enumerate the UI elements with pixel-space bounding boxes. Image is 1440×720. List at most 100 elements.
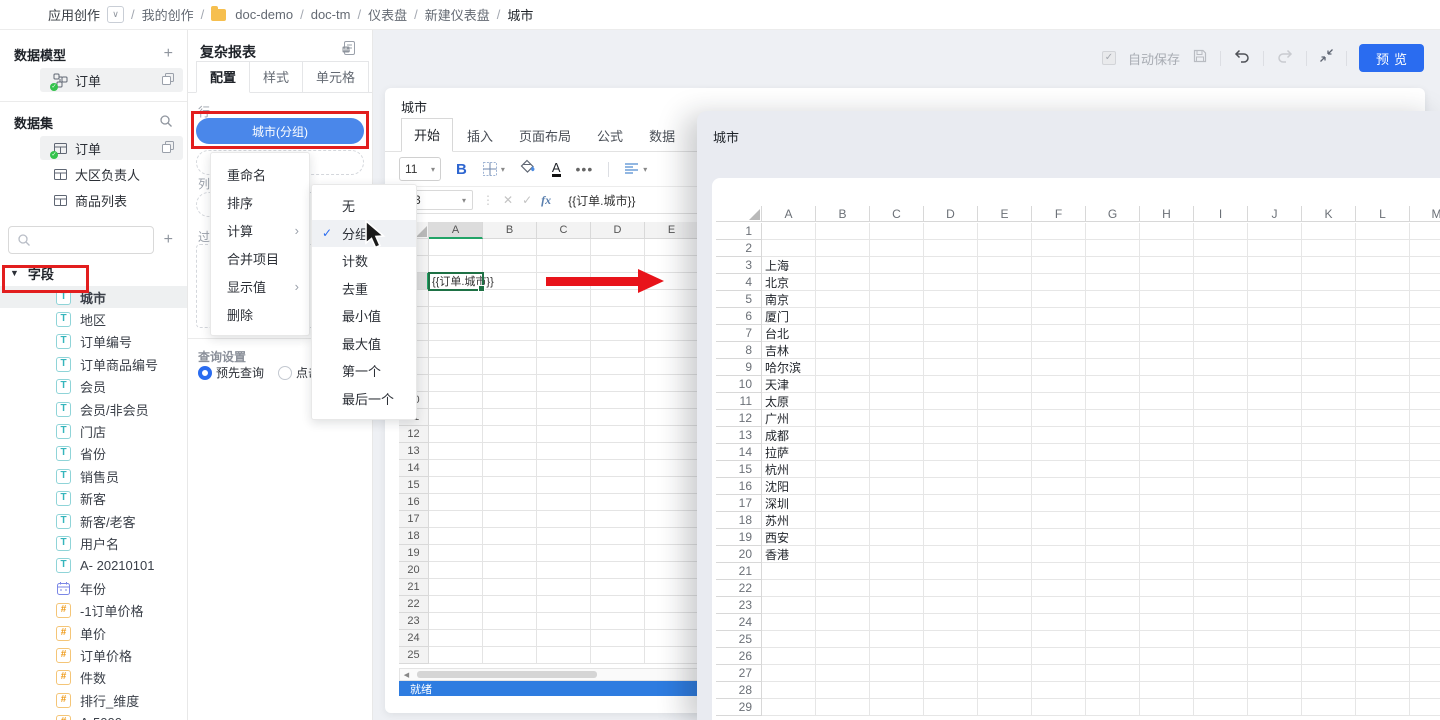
grid-cell[interactable]	[1032, 597, 1086, 614]
grid-cell[interactable]	[1356, 563, 1410, 580]
grid-cell[interactable]	[1410, 597, 1440, 614]
grid-cell[interactable]	[537, 596, 591, 613]
grid-cell[interactable]	[1086, 325, 1140, 342]
grid-cell[interactable]	[1410, 580, 1440, 597]
field-item[interactable]: T销售员	[0, 465, 187, 487]
bold-button[interactable]: B	[456, 161, 467, 178]
grid-cell[interactable]	[591, 477, 645, 494]
grid-cell[interactable]	[1032, 512, 1086, 529]
grid-cell[interactable]	[1194, 393, 1248, 410]
row-header[interactable]: 4	[716, 274, 762, 291]
row-field-pill[interactable]: 城市(分组)	[196, 118, 364, 144]
autosave-checkbox[interactable]: ✓	[1102, 51, 1116, 65]
grid-cell[interactable]	[978, 665, 1032, 682]
grid-cell[interactable]	[1194, 529, 1248, 546]
grid-cell[interactable]	[1356, 257, 1410, 274]
grid-cell[interactable]	[1086, 580, 1140, 597]
grid-cell[interactable]	[870, 410, 924, 427]
column-header[interactable]: H	[1140, 206, 1194, 222]
grid-cell[interactable]	[537, 426, 591, 443]
grid-cell[interactable]	[1356, 376, 1410, 393]
grid-cell[interactable]	[816, 699, 870, 716]
grid-cell[interactable]	[1032, 478, 1086, 495]
grid-cell[interactable]	[645, 324, 699, 341]
grid-cell[interactable]	[1140, 529, 1194, 546]
grid-cell[interactable]	[429, 562, 483, 579]
grid-cell[interactable]	[429, 392, 483, 409]
row-header[interactable]: 10	[716, 376, 762, 393]
row-header[interactable]: 21	[399, 579, 429, 596]
grid-cell[interactable]	[429, 477, 483, 494]
grid-cell[interactable]	[870, 257, 924, 274]
more-tools-icon[interactable]: •••	[576, 161, 594, 177]
grid-cell[interactable]	[870, 444, 924, 461]
redo-icon[interactable]	[1276, 48, 1294, 69]
grid-cell[interactable]	[1248, 461, 1302, 478]
grid-cell[interactable]	[1194, 291, 1248, 308]
grid-cell[interactable]	[1410, 682, 1440, 699]
grid-cell[interactable]	[1194, 580, 1248, 597]
grid-cell[interactable]	[1194, 699, 1248, 716]
grid-cell[interactable]	[1194, 308, 1248, 325]
row-header[interactable]: 14	[399, 460, 429, 477]
grid-cell[interactable]	[978, 546, 1032, 563]
grid-cell[interactable]	[924, 257, 978, 274]
grid-cell[interactable]	[870, 240, 924, 257]
ribbon-tab-开始[interactable]: 开始	[401, 118, 453, 152]
grid-cell[interactable]	[645, 613, 699, 630]
grid-cell[interactable]	[1356, 393, 1410, 410]
grid-cell[interactable]	[591, 341, 645, 358]
grid-cell[interactable]	[978, 427, 1032, 444]
grid-cell[interactable]	[645, 375, 699, 392]
ribbon-tab-数据[interactable]: 数据	[637, 120, 687, 152]
grid-cell[interactable]	[816, 257, 870, 274]
column-header[interactable]: G	[1086, 206, 1140, 222]
grid-cell[interactable]	[978, 580, 1032, 597]
grid-cell[interactable]	[1302, 274, 1356, 291]
grid-cell[interactable]	[1410, 665, 1440, 682]
add-field-icon[interactable]: +	[164, 231, 173, 249]
grid-cell[interactable]	[870, 597, 924, 614]
row-header[interactable]: 25	[399, 647, 429, 664]
grid-cell[interactable]	[537, 545, 591, 562]
grid-cell[interactable]	[591, 596, 645, 613]
grid-cell[interactable]	[1032, 359, 1086, 376]
row-header[interactable]: 16	[716, 478, 762, 495]
grid-cell[interactable]	[924, 665, 978, 682]
menu-item[interactable]: 显示值›	[211, 272, 309, 300]
grid-cell[interactable]	[870, 291, 924, 308]
grid-cell[interactable]: 南京	[762, 291, 816, 308]
grid-cell[interactable]	[978, 359, 1032, 376]
grid-cell[interactable]	[1302, 240, 1356, 257]
grid-cell[interactable]	[762, 240, 816, 257]
grid-cell[interactable]	[1086, 274, 1140, 291]
row-header[interactable]: 18	[716, 512, 762, 529]
menu-item[interactable]: 排序	[211, 188, 309, 216]
grid-cell[interactable]	[483, 375, 537, 392]
grid-cell[interactable]	[924, 240, 978, 257]
grid-cell[interactable]	[645, 392, 699, 409]
grid-cell[interactable]	[1140, 240, 1194, 257]
breadcrumb-item[interactable]: doc-tm	[311, 7, 351, 22]
grid-cell[interactable]	[870, 580, 924, 597]
grid-cell[interactable]	[1248, 512, 1302, 529]
field-item[interactable]: #排行_维度	[0, 689, 187, 711]
grid-cell[interactable]	[537, 647, 591, 664]
grid-cell[interactable]	[1410, 461, 1440, 478]
collapse-icon[interactable]	[1319, 48, 1334, 68]
grid-cell[interactable]	[816, 223, 870, 240]
grid-cell[interactable]	[870, 563, 924, 580]
grid-cell[interactable]	[429, 409, 483, 426]
row-header[interactable]: 23	[716, 597, 762, 614]
grid-cell[interactable]	[591, 307, 645, 324]
grid-cell[interactable]	[978, 631, 1032, 648]
grid-cell[interactable]	[1248, 223, 1302, 240]
grid-cell[interactable]	[924, 342, 978, 359]
grid-cell[interactable]	[924, 529, 978, 546]
grid-cell[interactable]	[1032, 376, 1086, 393]
grid-cell[interactable]	[1356, 699, 1410, 716]
grid-cell[interactable]: {{订单.城市}}	[429, 273, 483, 290]
grid-cell[interactable]	[1302, 648, 1356, 665]
row-header[interactable]: 20	[716, 546, 762, 563]
preview-button[interactable]: 预览	[1359, 44, 1424, 72]
